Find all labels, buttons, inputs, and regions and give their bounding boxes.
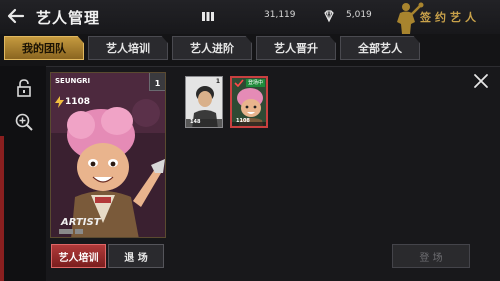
back-arrow-icon[interactable] xyxy=(6,6,26,26)
member-power: 1108 xyxy=(236,118,250,124)
artist-name: SEUNGRI xyxy=(55,77,91,85)
tab-all-artists[interactable]: 全部艺人 xyxy=(340,36,420,60)
tab-artist-advance[interactable]: 艺人进阶 xyxy=(172,36,252,60)
close-icon[interactable] xyxy=(472,72,490,90)
svg-text:ARTIST: ARTIST xyxy=(60,217,102,228)
selected-artist-card[interactable]: ARTIST SEUNGRI 1 1108 xyxy=(50,72,166,238)
energy-bars-icon xyxy=(202,12,214,21)
team-member-card[interactable]: 1 148 xyxy=(185,76,223,128)
register-stage-button[interactable]: 登 场 xyxy=(392,244,470,268)
exit-stage-button[interactable]: 退 场 xyxy=(108,244,164,268)
on-stage-badge: 登场中 xyxy=(246,79,266,87)
currency-value-2: 5,019 xyxy=(346,10,372,20)
signed-artists-label[interactable]: 签约艺人 xyxy=(420,9,480,25)
currency-value-1: 31,119 xyxy=(264,10,296,20)
artist-training-button[interactable]: 艺人培训 xyxy=(51,244,106,268)
page-title: 艺人管理 xyxy=(36,9,101,27)
artist-rank: 1 xyxy=(149,73,165,91)
top-bar: 艺人管理 31,119 5,019 签约艺人 xyxy=(0,0,500,34)
artist-power: 1108 xyxy=(65,97,91,107)
side-accent-bar xyxy=(0,136,4,281)
tab-my-team[interactable]: 我的团队 xyxy=(4,36,84,60)
power-bolt-icon xyxy=(55,96,64,108)
lock-icon[interactable] xyxy=(14,78,34,98)
member-rank: 1 xyxy=(215,78,220,85)
side-toolbar xyxy=(0,66,46,281)
diamond-icon xyxy=(324,10,334,23)
tab-artist-promotion[interactable]: 艺人晋升 xyxy=(256,36,336,60)
team-member-card-active[interactable]: 登场中 1108 xyxy=(230,76,268,128)
tab-artist-training[interactable]: 艺人培训 xyxy=(88,36,168,60)
zoom-in-icon[interactable] xyxy=(14,112,34,132)
member-power: 148 xyxy=(190,119,201,125)
check-icon xyxy=(234,79,244,87)
